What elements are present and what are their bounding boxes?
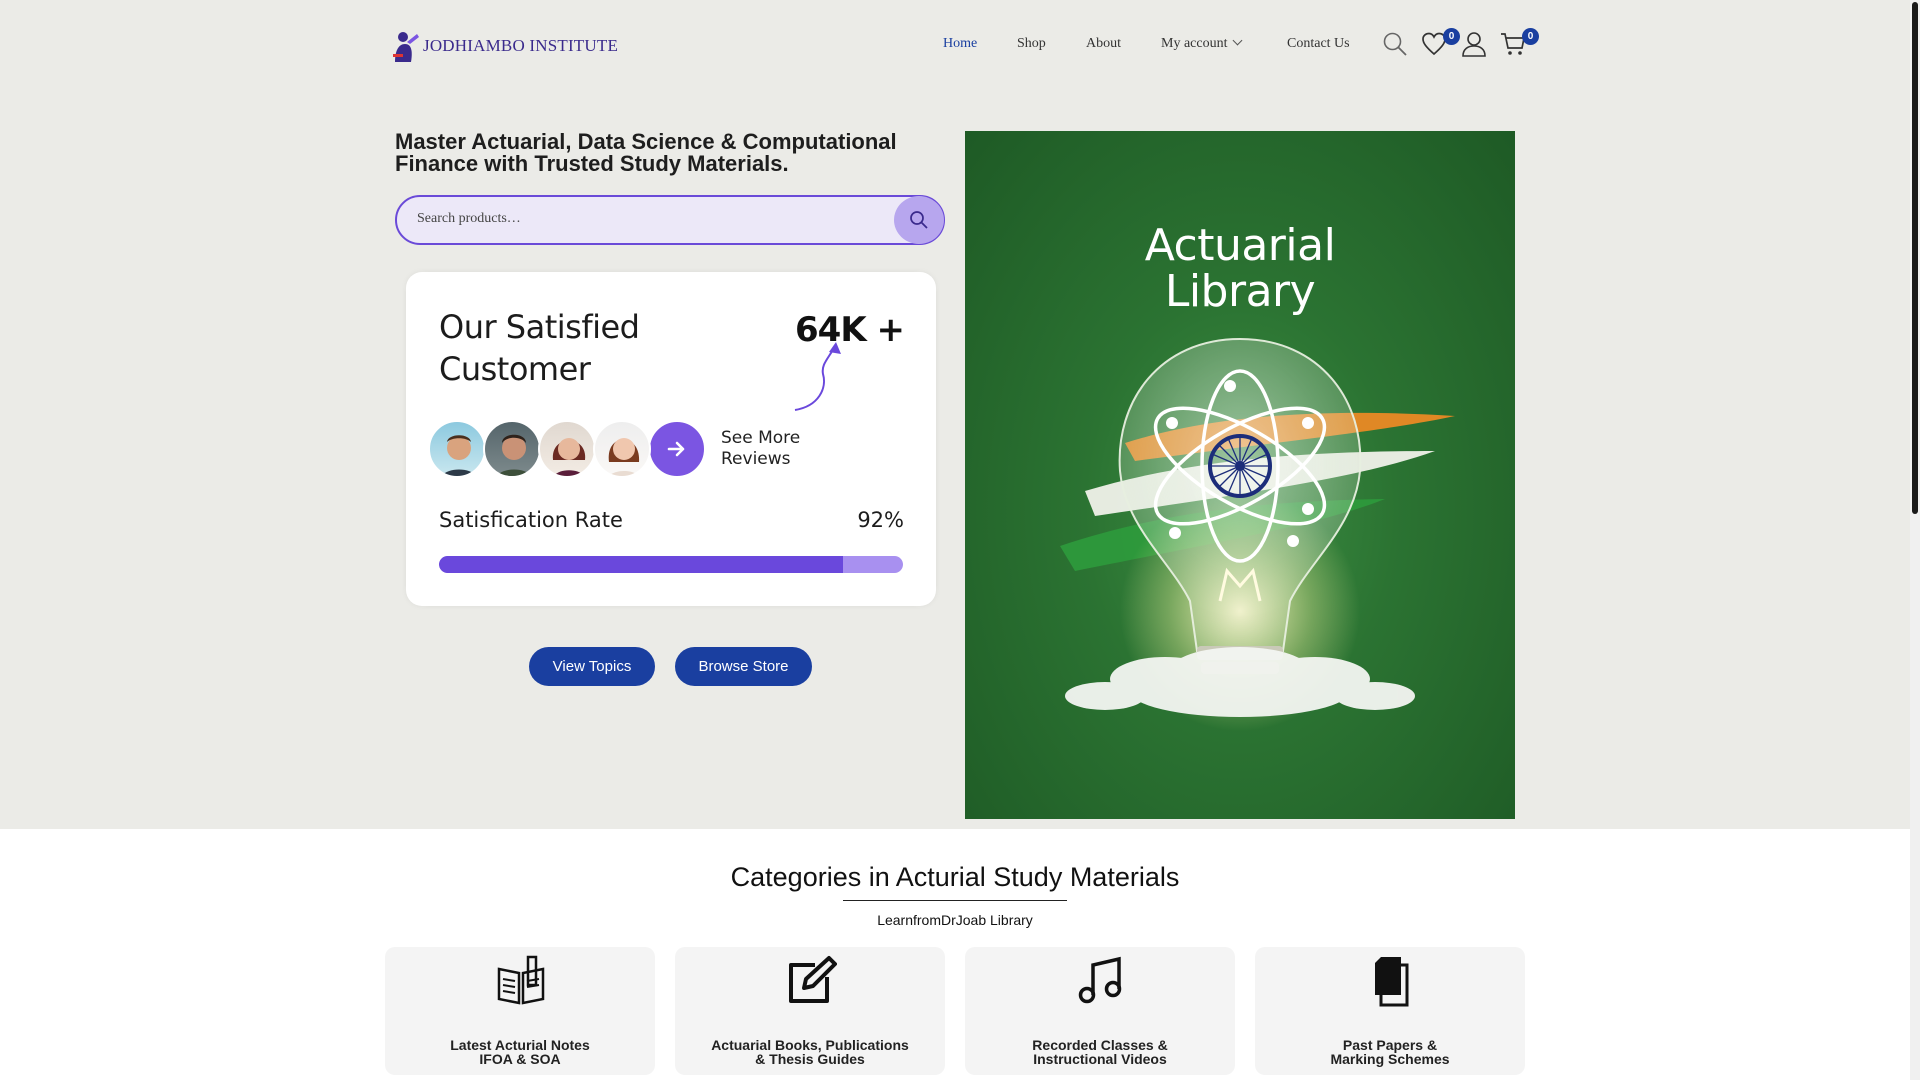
notes-icon bbox=[497, 955, 545, 1005]
nav-my-account-label: My account bbox=[1161, 36, 1228, 51]
reviewer-avatars bbox=[428, 420, 706, 480]
actuarial-library-banner: Actuarial Library bbox=[965, 131, 1515, 819]
chevron-down-icon bbox=[1233, 35, 1243, 46]
view-topics-button[interactable]: View Topics bbox=[529, 647, 655, 686]
nav-about[interactable]: About bbox=[1086, 36, 1121, 52]
product-search-input[interactable] bbox=[417, 211, 877, 227]
see-more-reviews-link[interactable]: See More Reviews bbox=[721, 428, 831, 470]
documents-icon bbox=[1375, 957, 1409, 1007]
satisfaction-rate-label: Satisfication Rate bbox=[439, 508, 623, 532]
edit-icon bbox=[789, 956, 837, 1003]
cart-count-badge: 0 bbox=[1522, 28, 1539, 45]
satisfaction-progress-bar bbox=[439, 556, 903, 573]
product-search-bar bbox=[395, 195, 945, 245]
nav-home[interactable]: Home bbox=[943, 36, 977, 52]
category-card-past-papers[interactable]: Past Papers & Marking Schemes bbox=[1255, 947, 1525, 1075]
avatar bbox=[428, 420, 486, 478]
satisfaction-rate-value: 92% bbox=[857, 508, 904, 532]
category-label: Recorded Classes & Instructional Videos bbox=[1032, 1037, 1168, 1067]
category-card-notes[interactable]: Latest Acturial Notes IFOA & SOA bbox=[385, 947, 655, 1075]
logo-mark-icon bbox=[393, 32, 419, 62]
music-note-icon bbox=[1078, 956, 1122, 1004]
avatar bbox=[538, 420, 596, 478]
category-card-books[interactable]: Actuarial Books, Publications & Thesis G… bbox=[675, 947, 945, 1075]
see-more-reviews-button[interactable] bbox=[648, 420, 706, 478]
nav-shop[interactable]: Shop bbox=[1017, 36, 1046, 52]
hero-title: Master Actuarial, Data Science & Computa… bbox=[395, 129, 897, 176]
lightbulb-atom-illustration bbox=[1060, 337, 1455, 731]
satisfied-customers-card: Our Satisfied Customer 64K + See More Re… bbox=[406, 272, 936, 606]
avatar bbox=[593, 420, 651, 478]
categories-subtitle: LearnfromDrJoab Library bbox=[877, 912, 1033, 928]
curved-arrow-icon bbox=[794, 342, 841, 411]
title-divider bbox=[843, 900, 1067, 901]
card-title: Our Satisfied Customer bbox=[439, 308, 640, 388]
satisfaction-progress-fill bbox=[439, 556, 843, 573]
wishlist-count-badge: 0 bbox=[1443, 28, 1460, 45]
categories-section: Categories in Acturial Study Materials L… bbox=[0, 829, 1910, 1080]
nav-my-account[interactable]: My account bbox=[1161, 35, 1243, 52]
search-submit-button[interactable] bbox=[894, 196, 944, 244]
arrow-right-icon bbox=[667, 441, 685, 457]
search-icon[interactable] bbox=[1382, 31, 1408, 57]
avatar bbox=[483, 420, 541, 478]
scrollbar-thumb[interactable] bbox=[1912, 2, 1918, 514]
categories-title: Categories in Acturial Study Materials bbox=[730, 862, 1180, 892]
category-label: Latest Acturial Notes IFOA & SOA bbox=[450, 1037, 590, 1067]
page-scrollbar[interactable] bbox=[1910, 0, 1920, 1080]
user-account-icon[interactable] bbox=[1461, 31, 1487, 57]
browse-store-button[interactable]: Browse Store bbox=[675, 647, 812, 686]
nav-contact[interactable]: Contact Us bbox=[1287, 36, 1350, 52]
category-label: Actuarial Books, Publications & Thesis G… bbox=[711, 1037, 909, 1067]
site-header: JODHIAMBO INSTITUTE Home Shop About My a… bbox=[0, 0, 1910, 90]
category-label: Past Papers & Marking Schemes bbox=[1330, 1037, 1450, 1067]
logo-text: JODHIAMBO INSTITUTE bbox=[423, 36, 619, 55]
site-logo[interactable]: JODHIAMBO INSTITUTE bbox=[389, 28, 618, 64]
category-card-videos[interactable]: Recorded Classes & Instructional Videos bbox=[965, 947, 1235, 1075]
search-icon bbox=[910, 211, 928, 229]
